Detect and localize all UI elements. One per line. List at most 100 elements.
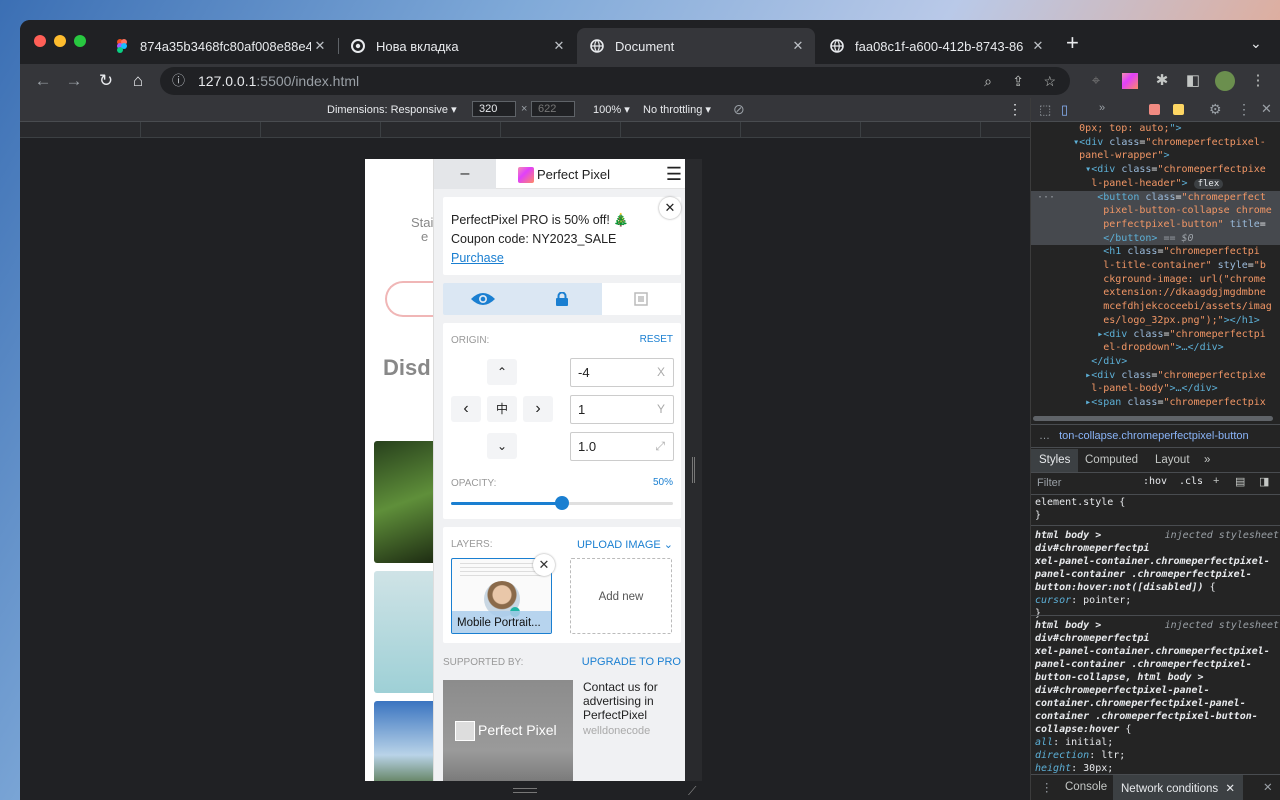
maximize-window-button[interactable] xyxy=(74,35,86,47)
forward-icon[interactable]: → xyxy=(63,71,85,91)
flex-badge[interactable]: flex xyxy=(1193,178,1224,189)
address-bar[interactable]: ⓘ 127.0.0.1:5500/index.html ⌕ ⇪ ☆ xyxy=(160,67,1070,95)
close-icon[interactable]: ✕ xyxy=(1225,783,1235,795)
tab-computed[interactable]: Computed xyxy=(1085,454,1138,466)
close-icon[interactable]: ✕ xyxy=(789,38,807,54)
warning-badge-icon[interactable] xyxy=(1173,104,1184,115)
avatar[interactable] xyxy=(1215,71,1235,91)
arrow-up-button[interactable]: ⌃ xyxy=(487,359,517,385)
cls-toggle[interactable]: .cls xyxy=(1179,476,1203,487)
breadcrumb-item[interactable]: ton-collapse.chromeperfectpixel-button xyxy=(1059,430,1249,442)
breadcrumb-more[interactable]: … xyxy=(1039,430,1050,442)
throttling-dropdown[interactable]: No throttling ▾ xyxy=(643,103,711,116)
opacity-slider[interactable] xyxy=(451,496,673,510)
remove-layer-icon[interactable]: ✕ xyxy=(533,554,555,576)
gear-icon[interactable]: ⚙ xyxy=(1209,101,1222,118)
y-offset-input[interactable]: 1Y xyxy=(570,395,674,424)
tab-new-tab[interactable]: Нова вкладка ✕ xyxy=(338,28,576,64)
resize-handle-right[interactable] xyxy=(692,457,695,483)
drawer-tab-console[interactable]: Console xyxy=(1065,781,1107,793)
lock-icon[interactable] xyxy=(522,283,601,315)
reset-link[interactable]: RESET xyxy=(640,334,673,345)
arrow-down-button[interactable]: ⌄ xyxy=(487,433,517,459)
tab-search-icon[interactable]: ⌄ xyxy=(1250,35,1262,52)
close-icon[interactable]: ✕ xyxy=(659,197,681,219)
more-vert-icon[interactable]: ⋮ xyxy=(1237,101,1251,118)
elements-scrollbar[interactable] xyxy=(1033,416,1273,421)
rule-divider xyxy=(1031,525,1280,526)
more-tabs-icon[interactable]: » xyxy=(1099,102,1105,114)
x-offset-input[interactable]: -4 X xyxy=(570,358,674,387)
slider-thumb[interactable] xyxy=(555,496,569,510)
close-devtools-icon[interactable]: ✕ xyxy=(1261,101,1272,117)
dom-line[interactable]: ▸<div class="chromeperfectpixe xyxy=(1031,369,1280,383)
dom-line[interactable]: <h1 class="chromeperfectpi xyxy=(1031,245,1280,259)
zoom-icon[interactable]: ⌕ xyxy=(984,67,992,95)
upgrade-to-pro-link[interactable]: UPGRADE TO PRO xyxy=(582,656,681,668)
drawer-tab-network-conditions[interactable]: Network conditions ✕ xyxy=(1113,775,1243,800)
close-icon[interactable]: ✕ xyxy=(1029,38,1047,54)
perfectpixel-logo xyxy=(518,167,534,183)
tab-figma[interactable]: 874a35b3468fc80af008e88e4 ✕ xyxy=(102,28,337,64)
info-icon[interactable]: ⓘ xyxy=(172,67,185,95)
puzzle-icon[interactable]: ✱ xyxy=(1152,71,1172,91)
ad-banner[interactable]: Perfect Pixel xyxy=(443,680,573,781)
hov-toggle[interactable]: :hov xyxy=(1143,476,1167,487)
hamburger-menu-icon[interactable]: ☰ xyxy=(666,164,682,185)
resize-handle-bottom[interactable] xyxy=(513,788,537,793)
arrow-left-button[interactable]: ‹ xyxy=(451,396,481,422)
extension-measure-icon[interactable]: ⌖ xyxy=(1086,71,1106,91)
dom-line[interactable]: ▾<div class="chromeperfectpixel- xyxy=(1031,136,1280,150)
back-icon[interactable]: ← xyxy=(32,71,54,91)
center-button[interactable]: 中 xyxy=(487,396,517,422)
close-icon[interactable]: ✕ xyxy=(311,38,329,54)
upload-image-dropdown[interactable]: UPLOAD IMAGE ⌄ xyxy=(577,538,673,551)
perfectpixel-extension-icon[interactable] xyxy=(1120,71,1140,91)
new-tab-button[interactable]: + xyxy=(1066,32,1079,54)
rotate-icon[interactable]: ⊘ xyxy=(733,101,745,118)
add-rule-icon[interactable]: + xyxy=(1213,475,1219,487)
height-input[interactable]: 622 xyxy=(531,101,575,117)
home-icon[interactable]: ⌂ xyxy=(127,71,149,91)
inspect-icon[interactable]: ⬚ xyxy=(1039,102,1051,118)
promo-coupon: Coupon code: NY2023_SALE xyxy=(451,232,617,246)
collapse-button[interactable]: – xyxy=(434,159,496,189)
sponsor-name[interactable]: welldonecode xyxy=(583,725,650,737)
arrow-right-button[interactable]: › xyxy=(523,396,553,422)
zoom-dropdown[interactable]: 100% ▾ xyxy=(593,103,630,116)
tab-faa08c1f[interactable]: faa08c1f-a600-412b-8743-86 ✕ xyxy=(817,28,1055,64)
tab-layout[interactable]: Layout xyxy=(1155,454,1190,466)
tab-styles[interactable]: Styles xyxy=(1031,449,1079,472)
close-window-button[interactable] xyxy=(34,35,46,47)
eye-icon[interactable] xyxy=(443,283,522,315)
reload-icon[interactable]: ↻ xyxy=(95,71,117,91)
minimize-window-button[interactable] xyxy=(54,35,66,47)
more-vert-icon[interactable]: ⋮ xyxy=(1008,101,1022,118)
device-toggle-icon[interactable]: ▯ xyxy=(1061,102,1068,118)
bookmark-star-icon[interactable]: ☆ xyxy=(1043,67,1056,95)
width-input[interactable]: 320 xyxy=(472,101,516,117)
close-drawer-icon[interactable]: ✕ xyxy=(1263,780,1273,794)
more-vert-icon[interactable]: ⋮ xyxy=(1248,71,1268,91)
close-icon[interactable]: ✕ xyxy=(550,38,568,54)
dom-line[interactable]: ▾<div class="chromeperfectpixe xyxy=(1031,163,1280,177)
sidebar-toggle-icon[interactable]: ◨ xyxy=(1259,475,1269,488)
tab-document[interactable]: Document ✕ xyxy=(577,28,815,64)
resize-corner-icon[interactable]: ⟋ xyxy=(688,784,696,799)
add-new-layer-button[interactable]: Add new xyxy=(570,558,672,634)
css-rule: element.style {} xyxy=(1035,497,1126,521)
error-badge-icon[interactable] xyxy=(1149,104,1160,115)
filter-input[interactable]: Filter xyxy=(1037,477,1061,489)
invert-icon[interactable] xyxy=(601,283,681,315)
paint-icon[interactable]: ▤ xyxy=(1235,475,1245,488)
drawer-menu-icon[interactable]: ⋮ xyxy=(1041,780,1053,794)
opacity-label: OPACITY: xyxy=(451,478,497,489)
more-tabs-icon[interactable]: » xyxy=(1204,454,1210,466)
rule-source: injected stylesheet xyxy=(1164,620,1279,631)
dom-line[interactable]: ▸<div class="chromeperfectpi xyxy=(1031,328,1280,342)
side-panel-icon[interactable]: ◧ xyxy=(1183,71,1203,91)
scale-input[interactable]: 1.0 ⤢ xyxy=(570,432,674,461)
share-icon[interactable]: ⇪ xyxy=(1012,67,1024,95)
dimensions-dropdown[interactable]: Dimensions: Responsive ▾ xyxy=(327,103,457,116)
purchase-link[interactable]: Purchase xyxy=(451,249,681,268)
